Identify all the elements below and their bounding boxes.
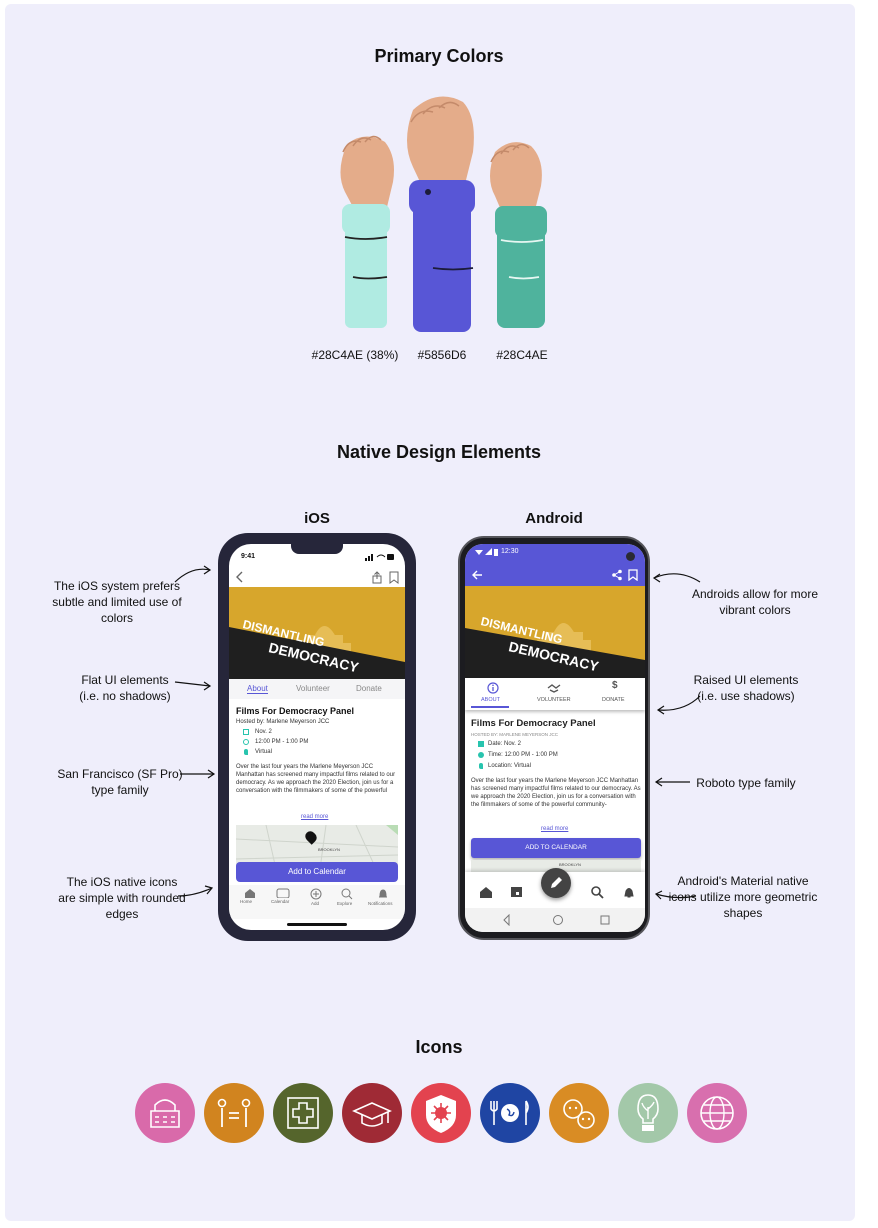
- right-arrows: [652, 573, 701, 900]
- note-ios-type: San Francisco (SF Pro) type family: [57, 767, 183, 797]
- ios-screen: 9:41 DISMANTLING DEMOCRACY About Volunte: [229, 544, 405, 930]
- ios-event-location: Virtual: [255, 749, 272, 755]
- ios-nav-calendar[interactable]: Calendar: [271, 899, 289, 904]
- ios-tab-about[interactable]: About: [247, 684, 268, 694]
- ios-nav-home[interactable]: Home: [240, 899, 252, 904]
- android-event-description: Over the last four years the Marlene Mey…: [471, 778, 641, 808]
- android-dollar-icon[interactable]: $: [612, 680, 618, 691]
- ios-add-icon[interactable]: [310, 888, 322, 900]
- android-bookmark-icon[interactable]: [628, 569, 638, 581]
- android-calendar-small-icon: [478, 741, 484, 747]
- note-ios-flat: Flat UI elements (i.e. no shadows): [79, 673, 171, 703]
- ios-tab-donate[interactable]: Donate: [356, 684, 382, 693]
- ios-nav-explore[interactable]: Explore: [337, 901, 352, 906]
- health-cross-icon: [273, 1083, 333, 1143]
- android-back-arrow-icon[interactable]: [471, 570, 483, 580]
- ios-tab-volunteer[interactable]: Volunteer: [296, 684, 330, 693]
- android-clock-small-icon: [478, 752, 484, 758]
- icons-heading: Icons: [415, 1037, 463, 1057]
- food-globe-icon: [480, 1083, 540, 1143]
- android-calendar-icon[interactable]: [510, 886, 523, 898]
- ios-status-icons: [365, 554, 394, 561]
- android-tab-volunteer[interactable]: VOLUNTEER: [537, 697, 571, 703]
- ios-event-time: 12:00 PM - 1:00 PM: [255, 739, 309, 745]
- android-search-icon[interactable]: [591, 886, 604, 899]
- android-tab-indicator: [471, 706, 509, 708]
- ios-calendar-small-icon: [243, 729, 249, 735]
- ios-search-icon[interactable]: [341, 888, 353, 900]
- ios-event-description: Over the last four years the Marlene Mey…: [236, 764, 396, 794]
- virus-shield-icon: [411, 1083, 471, 1143]
- graduation-cap-icon: [342, 1083, 402, 1143]
- android-event-title: Films For Democracy Panel: [471, 718, 596, 729]
- android-pin-small-icon: [479, 763, 483, 769]
- android-bell-icon[interactable]: [623, 886, 635, 899]
- android-event-banner: DISMANTLING DEMOCRACY: [465, 586, 645, 678]
- android-handshake-icon[interactable]: [547, 683, 561, 693]
- ios-calendar-icon[interactable]: [276, 888, 290, 898]
- ios-status-time: 9:41: [241, 553, 256, 560]
- ios-map-label: BROOKLYN: [318, 847, 340, 852]
- note-ios-colors: The iOS system prefers subtle and limite…: [52, 579, 182, 625]
- raised-fists-illustration: [340, 96, 547, 332]
- fist-light-teal: [340, 135, 394, 328]
- android-map-label: BROOKLYN: [559, 862, 581, 867]
- android-share-icon[interactable]: [611, 569, 623, 581]
- lightbulb-plant-icon: [618, 1083, 678, 1143]
- android-tab-about[interactable]: ABOUT: [481, 697, 500, 703]
- ios-nav-notifications[interactable]: Notifications: [368, 901, 393, 906]
- android-status-icons: [475, 548, 498, 556]
- government-building-icon: [135, 1083, 195, 1143]
- ios-clock-small-icon: [243, 739, 249, 745]
- ios-read-more-link[interactable]: read more: [301, 814, 328, 820]
- globe-icon: [687, 1083, 747, 1143]
- ios-nav-add[interactable]: Add: [311, 901, 319, 906]
- android-event-date: Date: Nov. 2: [488, 741, 521, 747]
- android-event-time: Time: 12:00 PM - 1:00 PM: [488, 752, 558, 758]
- left-arrows: [174, 565, 216, 897]
- ios-share-icon[interactable]: [371, 571, 383, 584]
- android-read-more-link[interactable]: read more: [541, 826, 568, 832]
- ios-notch: [291, 544, 343, 554]
- android-camera-icon: [626, 552, 635, 561]
- pets-icon: [549, 1083, 609, 1143]
- ios-event-date: Nov. 2: [255, 729, 272, 735]
- android-home-icon[interactable]: [479, 886, 493, 898]
- android-label: Android: [525, 510, 583, 527]
- ios-bookmark-icon[interactable]: [389, 571, 399, 584]
- ios-event-title: Films For Democracy Panel: [236, 706, 355, 716]
- android-event-location: Location: Virtual: [488, 763, 531, 769]
- ios-event-banner: DISMANTLING DEMOCRACY: [229, 587, 405, 679]
- ios-pin-small-icon: [244, 749, 248, 755]
- android-add-to-calendar-button[interactable]: ADD TO CALENDAR: [471, 838, 641, 858]
- ios-home-indicator: [287, 923, 347, 926]
- note-ios-icons: The iOS native icons are simple with rou…: [58, 875, 186, 921]
- android-system-nav-icons[interactable]: [503, 914, 613, 926]
- ios-phone-frame: 9:41 DISMANTLING DEMOCRACY About Volunte: [218, 533, 416, 941]
- android-fab[interactable]: [541, 868, 571, 898]
- android-edit-pencil-icon[interactable]: [541, 868, 571, 898]
- equality-icon: [204, 1083, 264, 1143]
- native-design-heading: Native Design Elements: [336, 442, 542, 462]
- android-event-host: HOSTED BY: MARLENE MEYERSON JCC: [471, 732, 559, 737]
- ios-back-icon[interactable]: [235, 571, 245, 583]
- ios-event-host: Hosted by: Marlene Meyerson JCC: [236, 719, 330, 725]
- android-status-time: 12:30: [501, 548, 519, 555]
- swatch-label-teal: #28C4AE: [496, 348, 548, 362]
- primary-colors-heading: Primary Colors: [374, 46, 504, 66]
- fist-purple: [407, 96, 475, 332]
- ios-home-icon[interactable]: [243, 888, 257, 898]
- android-phone-frame: 12:30 DISMANTLING DEMOCRACY ABOUT VOLUNT…: [458, 536, 650, 940]
- fist-teal: [490, 142, 547, 328]
- ios-add-to-calendar-button[interactable]: Add to Calendar: [236, 862, 398, 882]
- ios-bell-icon[interactable]: [377, 888, 389, 900]
- android-info-icon[interactable]: [487, 682, 499, 694]
- android-tab-donate[interactable]: DONATE: [602, 697, 625, 703]
- ios-label: iOS: [304, 510, 330, 527]
- android-screen: 12:30 DISMANTLING DEMOCRACY ABOUT VOLUNT…: [465, 544, 645, 932]
